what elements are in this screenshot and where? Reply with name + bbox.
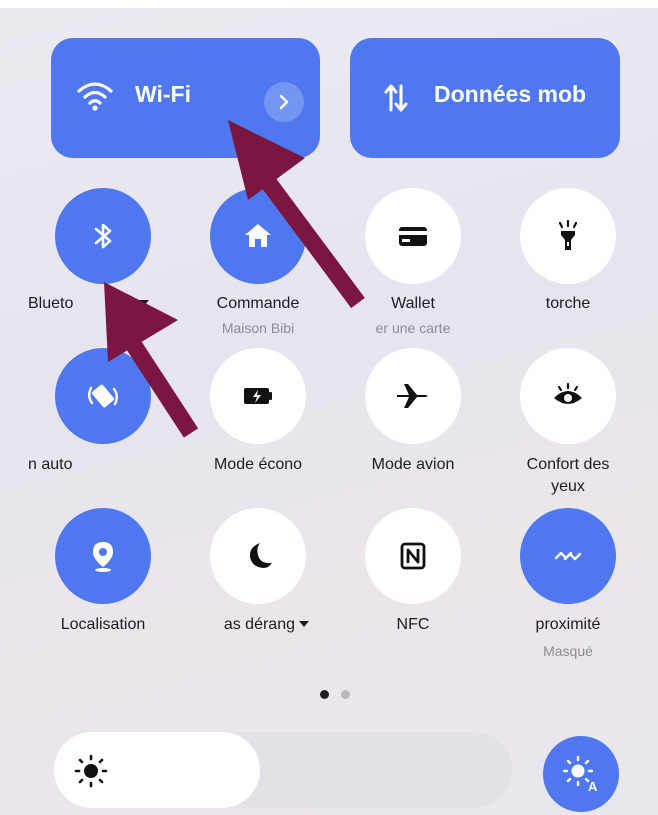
battery-saver-toggle[interactable] bbox=[210, 348, 306, 444]
svg-text:A: A bbox=[588, 779, 598, 794]
nearby-share-sublabel: Masqué bbox=[543, 643, 593, 659]
eye-comfort-icon bbox=[554, 382, 582, 404]
sun-icon bbox=[74, 754, 108, 788]
do-not-disturb-toggle[interactable] bbox=[210, 508, 306, 604]
wifi-tile[interactable]: Wi-Fi bbox=[51, 38, 320, 158]
page-dot-active bbox=[320, 690, 329, 699]
flashlight-toggle[interactable] bbox=[520, 188, 616, 284]
wallet-toggle[interactable] bbox=[365, 188, 461, 284]
moon-icon bbox=[249, 543, 272, 568]
auto-brightness-icon: A bbox=[562, 755, 598, 794]
top-edge bbox=[0, 0, 658, 8]
wifi-details-button[interactable] bbox=[264, 82, 304, 122]
home-control-sublabel: Maison Bibi bbox=[221, 320, 295, 336]
location-toggle[interactable] bbox=[55, 508, 151, 604]
card-icon bbox=[399, 227, 427, 246]
nfc-icon bbox=[400, 542, 426, 570]
chevron-right-icon bbox=[279, 94, 289, 110]
wifi-icon bbox=[77, 82, 113, 111]
do-not-disturb-label: as dérang bbox=[223, 616, 295, 633]
battery-saver-label: Mode écono bbox=[213, 456, 303, 473]
mobile-data-tile[interactable]: Données mob bbox=[350, 38, 620, 158]
airplane-icon bbox=[397, 384, 428, 408]
nearby-share-icon bbox=[554, 551, 582, 561]
auto-rotate-icon bbox=[88, 384, 118, 408]
page-dot bbox=[341, 690, 350, 699]
home-icon bbox=[245, 224, 271, 247]
wallet-label: Wallet bbox=[391, 295, 435, 312]
nfc-toggle[interactable] bbox=[365, 508, 461, 604]
wallet-sublabel: er une carte bbox=[375, 320, 451, 336]
wifi-label: Wi-Fi bbox=[135, 81, 191, 107]
auto-brightness-button[interactable]: A bbox=[543, 736, 619, 812]
flashlight-label: torche bbox=[545, 295, 591, 312]
home-control-toggle[interactable] bbox=[210, 188, 306, 284]
nearby-share-label: proximité bbox=[535, 616, 601, 633]
bluetooth-icon bbox=[94, 223, 112, 249]
bluetooth-toggle[interactable] bbox=[55, 188, 151, 284]
bluetooth-label: Blueto bbox=[28, 295, 74, 312]
caret-down-icon bbox=[299, 621, 309, 627]
caret-down-icon bbox=[139, 300, 149, 306]
mobile-data-label: Données mob bbox=[434, 81, 587, 107]
eye-comfort-label-line2: yeux bbox=[551, 478, 585, 495]
nfc-label: NFC bbox=[396, 616, 430, 633]
eye-comfort-label-line1: Confort des bbox=[526, 456, 610, 473]
data-arrows-icon bbox=[384, 84, 408, 112]
nearby-share-toggle[interactable] bbox=[520, 508, 616, 604]
eye-comfort-toggle[interactable] bbox=[520, 348, 616, 444]
home-control-label: Commande bbox=[216, 295, 300, 312]
airplane-mode-toggle[interactable] bbox=[365, 348, 461, 444]
location-label: Localisation bbox=[60, 616, 146, 633]
auto-rotate-toggle[interactable] bbox=[55, 348, 151, 444]
flashlight-icon bbox=[558, 219, 578, 250]
brightness-slider[interactable] bbox=[54, 732, 512, 808]
location-icon bbox=[93, 542, 113, 572]
battery-saver-icon bbox=[244, 388, 272, 404]
airplane-mode-label: Mode avion bbox=[371, 456, 455, 473]
auto-rotate-label: n auto bbox=[28, 456, 73, 473]
